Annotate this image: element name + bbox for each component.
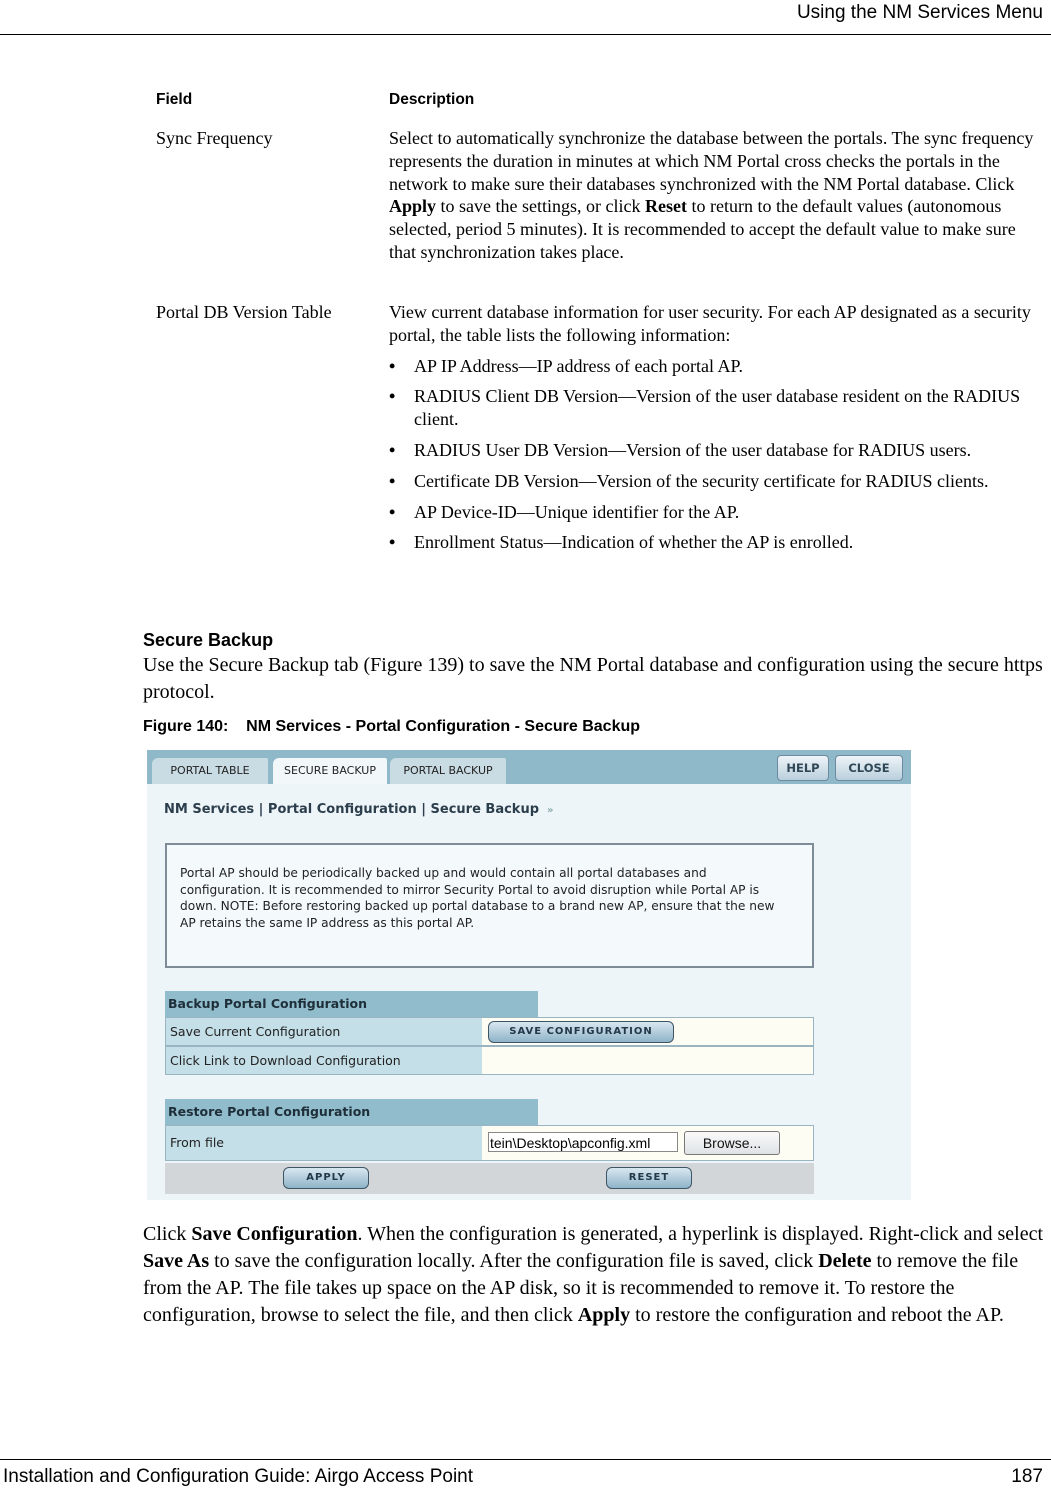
bullet-item: • AP IP Address—IP address of each portal… — [389, 355, 1041, 378]
tab-portal-backup[interactable]: PORTAL BACKUP — [390, 758, 506, 784]
desc-text: to save the settings, or click — [436, 196, 645, 217]
from-file-label: From file — [166, 1126, 482, 1160]
col-header-field: Field — [156, 91, 193, 108]
bullet-icon: • — [389, 355, 396, 376]
info-note-box: Portal AP should be periodically backed … — [165, 843, 814, 968]
field-sync-frequency: Sync Frequency — [156, 128, 273, 148]
footer-rule — [0, 1459, 1051, 1460]
apply-button[interactable]: APPLY — [283, 1167, 369, 1189]
file-path-input[interactable]: tein\Desktop\apconfig.xml — [488, 1132, 678, 1152]
bullet-icon: • — [389, 386, 396, 407]
bullet-item: • Enrollment Status—Indication of whether… — [389, 531, 1041, 554]
save-configuration-button[interactable]: SAVE CONFIGURATION — [488, 1021, 674, 1043]
para-bold: Delete — [818, 1250, 872, 1272]
header-rule — [0, 34, 1051, 35]
para-text: to restore the configuration and reboot … — [630, 1304, 1004, 1326]
bullet-text: AP Device-ID—Unique identifier for the A… — [414, 501, 740, 522]
footer-guide-title: Installation and Configuration Guide: Ai… — [3, 1466, 474, 1487]
bullet-text: RADIUS Client DB Version—Version of the … — [414, 386, 1021, 430]
from-file-row: From file tein\Desktop\apconfig.xml Brow… — [165, 1125, 814, 1161]
bullet-icon: • — [389, 439, 396, 460]
download-row: Click Link to Download Configuration — [165, 1046, 814, 1075]
bullet-text: RADIUS User DB Version—Version of the us… — [414, 439, 972, 460]
para-text: . When the configuration is generated, a… — [357, 1223, 1044, 1245]
desc-bold-reset: Reset — [644, 196, 687, 217]
bullet-icon: • — [389, 501, 396, 522]
restore-section-header: Restore Portal Configuration — [165, 1099, 538, 1125]
browse-button[interactable]: Browse... — [684, 1131, 780, 1155]
reset-button[interactable]: RESET — [606, 1167, 692, 1189]
action-button-row: APPLY RESET — [165, 1163, 814, 1194]
tab-portal-table[interactable]: PORTAL TABLE — [152, 758, 268, 784]
download-label: Click Link to Download Configuration — [166, 1047, 482, 1074]
bullet-item: • Certificate DB Version—Version of the s… — [389, 470, 1041, 493]
para-bold: Save Configuration — [191, 1223, 358, 1245]
info-note-text: Portal AP should be periodically backed … — [180, 866, 775, 931]
running-header: Using the NM Services Menu — [796, 2, 1043, 23]
bullet-item: • RADIUS User DB Version—Version of the u… — [389, 439, 1041, 462]
breadcrumb-text: NM Services | Portal Configuration | Sec… — [164, 802, 540, 817]
bullet-text: AP IP Address—IP address of each portal … — [414, 355, 743, 376]
col-header-description: Description — [389, 91, 475, 108]
description-sync-frequency: Select to automatically synchronize the … — [389, 127, 1041, 264]
help-button[interactable]: HELP — [777, 755, 829, 781]
page-number: 187 — [1011, 1466, 1043, 1487]
para-text: to save the configuration locally. After… — [209, 1250, 819, 1272]
figure-caption: Figure 140: NM Services - Portal Configu… — [143, 718, 641, 735]
para-text: Click — [143, 1223, 192, 1245]
save-current-row: Save Current Configuration SAVE CONFIGUR… — [165, 1017, 814, 1046]
figure-screenshot: PORTAL TABLE SECURE BACKUP PORTAL BACKUP… — [147, 750, 911, 1200]
bullet-item: • RADIUS Client DB Version—Version of the… — [389, 385, 1041, 431]
bullet-text: Certificate DB Version—Version of the se… — [414, 470, 989, 491]
field-portal-db-version-table: Portal DB Version Table — [156, 302, 332, 322]
backup-section-header: Backup Portal Configuration — [165, 991, 538, 1017]
para-bold: Apply — [577, 1304, 631, 1326]
tab-bar: PORTAL TABLE SECURE BACKUP PORTAL BACKUP… — [147, 750, 911, 784]
desc-text: Select to automatically synchronize the … — [389, 128, 1034, 194]
section-heading: Secure Backup — [143, 630, 274, 650]
tab-secure-backup[interactable]: SECURE BACKUP — [273, 758, 387, 784]
bullet-icon: • — [389, 470, 396, 491]
double-chevron-icon: » — [547, 805, 554, 816]
bullet-text: Enrollment Status—Indication of whether … — [414, 532, 854, 553]
closing-paragraph: Click Save Configuration. When the confi… — [143, 1221, 1049, 1329]
description-portal-db-version-table: View current database information for us… — [389, 301, 1041, 554]
bullet-icon: • — [389, 532, 396, 553]
bullet-item: • AP Device-ID—Unique identifier for the … — [389, 501, 1041, 524]
desc-bold-apply: Apply — [389, 196, 437, 217]
save-current-label: Save Current Configuration — [166, 1018, 482, 1045]
para-bold: Save As — [143, 1250, 210, 1272]
close-button[interactable]: CLOSE — [835, 755, 903, 781]
section-intro: Use the Secure Backup tab (Figure 139) t… — [143, 654, 1043, 703]
desc-intro: View current database information for us… — [389, 302, 1031, 345]
breadcrumb: NM Services | Portal Configuration | Sec… — [164, 802, 553, 817]
